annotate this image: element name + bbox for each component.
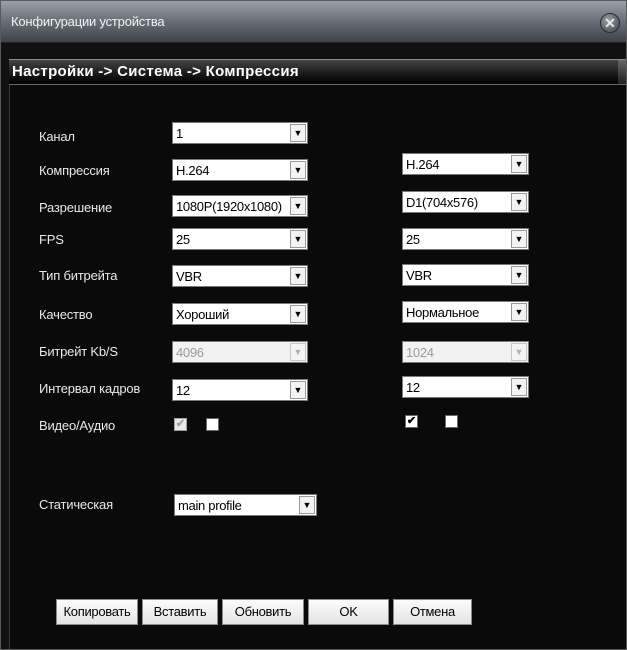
main-resolution-select[interactable]: 1080P(1920x1080) ▼ <box>172 195 308 217</box>
frame-interval-label: Интервал кадров <box>39 381 141 396</box>
chevron-down-icon[interactable]: ▼ <box>290 230 306 248</box>
chevron-down-icon: ▼ <box>290 343 306 361</box>
chevron-down-icon[interactable]: ▼ <box>290 305 306 323</box>
main-bitrate-select: 4096 ▼ <box>172 341 308 363</box>
extra-bitrate-value: 1024 <box>406 345 434 360</box>
extra-fps-value: 25 <box>406 232 420 247</box>
main-frame-interval-select[interactable]: 12 ▼ <box>172 379 308 401</box>
video-audio-label: Видео/Аудио <box>39 418 116 433</box>
channel-label: Канал <box>39 129 75 144</box>
extra-audio-checkbox[interactable] <box>445 415 458 428</box>
channel-select-value: 1 <box>176 126 183 141</box>
chevron-down-icon[interactable]: ▼ <box>290 161 306 179</box>
copy-button[interactable]: Копировать <box>56 599 138 625</box>
main-fps-value: 25 <box>176 232 190 247</box>
chevron-down-icon[interactable]: ▼ <box>511 303 527 321</box>
main-quality-value: Хороший <box>176 307 230 322</box>
close-icon[interactable]: ✕ <box>600 13 620 33</box>
bitrate-type-label: Тип битрейта <box>39 268 118 283</box>
quality-label: Качество <box>39 307 93 322</box>
fps-label: FPS <box>39 232 64 247</box>
window-title: Конфигурации устройства <box>11 14 165 29</box>
extra-compression-value: H.264 <box>406 157 440 172</box>
main-resolution-value: 1080P(1920x1080) <box>176 199 282 214</box>
profile-select-value: main profile <box>178 498 242 513</box>
extra-frame-interval-select[interactable]: 12 ▼ <box>402 376 529 398</box>
chevron-down-icon[interactable]: ▼ <box>290 124 306 142</box>
extra-resolution-select[interactable]: D1(704x576) ▼ <box>402 191 529 213</box>
chevron-down-icon[interactable]: ▼ <box>511 378 527 396</box>
resolution-label: Разрешение <box>39 200 113 215</box>
main-audio-checkbox[interactable] <box>206 418 219 431</box>
chevron-down-icon: ▼ <box>511 343 527 361</box>
static-label: Статическая <box>39 497 113 512</box>
breadcrumb-cap <box>618 60 626 84</box>
breadcrumb: Настройки -> Система -> Компрессия <box>12 63 299 80</box>
extra-bitrate-type-value: VBR <box>406 268 432 283</box>
chevron-down-icon[interactable]: ▼ <box>511 230 527 248</box>
extra-quality-value: Нормальное <box>406 305 480 320</box>
main-video-checkbox: ✔ <box>174 418 187 431</box>
bitrate-label: Битрейт Kb/S <box>39 344 118 359</box>
ok-button[interactable]: OK <box>308 599 389 625</box>
cancel-button[interactable]: Отмена <box>393 599 472 625</box>
extra-frame-interval-value: 12 <box>406 380 420 395</box>
main-compression-select[interactable]: H.264 ▼ <box>172 159 308 181</box>
refresh-button[interactable]: Обновить <box>222 599 304 625</box>
device-config-window: Конфигурации устройства ✕ Настройки -> С… <box>0 0 627 650</box>
extra-quality-select[interactable]: Нормальное ▼ <box>402 301 529 323</box>
chevron-down-icon[interactable]: ▼ <box>290 267 306 285</box>
extra-compression-select[interactable]: H.264 ▼ <box>402 153 529 175</box>
channel-select[interactable]: 1 ▼ <box>172 122 308 144</box>
chevron-down-icon[interactable]: ▼ <box>511 155 527 173</box>
breadcrumb-bar: Настройки -> Система -> Компрессия <box>9 59 626 85</box>
main-bitrate-type-select[interactable]: VBR ▼ <box>172 265 308 287</box>
main-compression-value: H.264 <box>176 163 210 178</box>
paste-button[interactable]: Вставить <box>142 599 218 625</box>
compression-label: Компрессия <box>39 163 110 178</box>
chevron-down-icon[interactable]: ▼ <box>290 197 306 215</box>
profile-select[interactable]: main profile ▼ <box>174 494 317 516</box>
main-bitrate-value: 4096 <box>176 345 204 360</box>
chevron-down-icon[interactable]: ▼ <box>511 193 527 211</box>
extra-bitrate-select: 1024 ▼ <box>402 341 529 363</box>
main-fps-select[interactable]: 25 ▼ <box>172 228 308 250</box>
title-bar: Конфигурации устройства ✕ <box>1 1 626 43</box>
chevron-down-icon[interactable]: ▼ <box>299 496 315 514</box>
main-quality-select[interactable]: Хороший ▼ <box>172 303 308 325</box>
extra-fps-select[interactable]: 25 ▼ <box>402 228 529 250</box>
extra-bitrate-type-select[interactable]: VBR ▼ <box>402 264 529 286</box>
main-bitrate-type-value: VBR <box>176 269 202 284</box>
extra-video-checkbox[interactable]: ✔ <box>405 415 418 428</box>
chevron-down-icon[interactable]: ▼ <box>290 381 306 399</box>
compression-panel: Канал Компрессия Разрешение FPS Тип битр… <box>9 85 626 649</box>
main-frame-interval-value: 12 <box>176 383 190 398</box>
extra-resolution-value: D1(704x576) <box>406 195 478 210</box>
chevron-down-icon[interactable]: ▼ <box>511 266 527 284</box>
